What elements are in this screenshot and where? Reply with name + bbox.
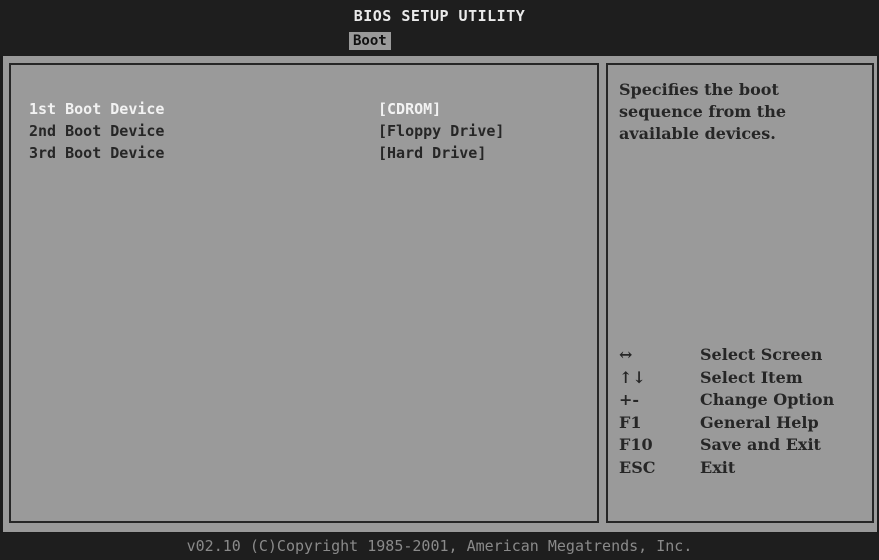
help-line: sequence from the [619,102,786,121]
key-description: Select Screen [700,345,823,364]
boot-device-value[interactable]: [Hard Drive] [378,144,486,162]
key-legend-row: ↑↓ Select Item [619,368,869,391]
copyright-footer: v02.10 (C)Copyright 1985-2001, American … [0,533,879,560]
boot-device-label: 2nd Boot Device [29,122,165,140]
key-label: F1 [619,412,642,432]
key-label: ESC [619,457,656,477]
boot-device-value[interactable]: [Floppy Drive] [378,122,504,140]
help-line: available devices. [619,124,776,143]
key-description: Save and Exit [700,435,821,455]
key-legend-row: +- Change Option [619,390,869,413]
help-text: Specifies the boot sequence from the ava… [619,79,864,145]
plus-minus-icon: +- [619,390,640,410]
key-label: F10 [619,435,653,455]
help-line: Specifies the boot [619,80,779,99]
key-legend-row: ↔ Select Screen [619,345,869,368]
up-down-arrow-icon: ↑↓ [619,367,646,387]
key-legend: ↔ Select Screen ↑↓ Select Item +- Change… [619,345,869,481]
settings-panel: 1st Boot Device [CDROM] 2nd Boot Device … [9,63,599,523]
left-right-arrow-icon: ↔ [619,345,633,364]
boot-device-value[interactable]: [CDROM] [378,100,441,118]
boot-device-row-1[interactable]: 1st Boot Device [CDROM] [29,100,569,122]
boot-device-row-3[interactable]: 3rd Boot Device [Hard Drive] [29,144,569,166]
boot-device-label: 3rd Boot Device [29,144,165,162]
key-description: Exit [700,457,736,477]
boot-device-row-2[interactable]: 2nd Boot Device [Floppy Drive] [29,122,569,144]
boot-device-label: 1st Boot Device [29,100,165,118]
main-area: 1st Boot Device [CDROM] 2nd Boot Device … [3,56,877,532]
key-description: Select Item [700,367,803,387]
key-description: Change Option [700,390,835,410]
key-legend-row: F10 Save and Exit [619,435,869,458]
bios-header: BIOS SETUP UTILITY Boot [0,0,879,56]
help-panel: Specifies the boot sequence from the ava… [606,63,874,523]
key-legend-row: F1 General Help [619,413,869,436]
key-legend-row: ESC Exit [619,458,869,481]
key-description: General Help [700,412,819,432]
bios-title: BIOS SETUP UTILITY [353,7,526,25]
tab-boot[interactable]: Boot [349,32,391,50]
